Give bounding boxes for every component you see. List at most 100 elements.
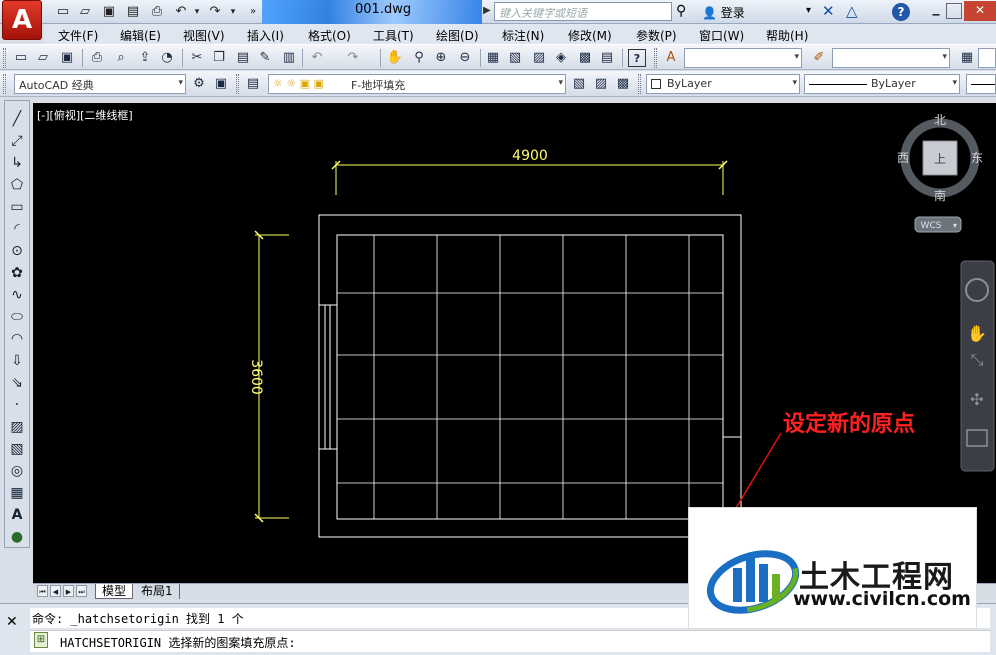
undo-dropdown-icon[interactable]: ▾	[192, 3, 202, 21]
add-selected-icon[interactable]: ●	[7, 527, 27, 547]
close-icon[interactable]: ✕	[6, 614, 18, 630]
cut-icon[interactable]: ✂	[188, 49, 206, 67]
multiline-text-icon[interactable]: A	[7, 505, 27, 525]
search-input[interactable]: 键入关键字或短语	[494, 2, 672, 21]
menu-parametric[interactable]: 参数(P)	[636, 27, 677, 44]
ellipse-icon[interactable]: ⬭	[7, 307, 27, 327]
workspace-combo[interactable]: AutoCAD 经典 ▾	[14, 74, 186, 94]
save-icon[interactable]: ▣	[100, 3, 118, 21]
table-style-combo[interactable]	[978, 48, 996, 68]
command-input[interactable]: HATCHSETORIGIN 选择新的图案填充原点:	[30, 630, 990, 652]
menu-edit[interactable]: 编辑(E)	[120, 27, 161, 44]
menu-format[interactable]: 格式(O)	[308, 27, 351, 44]
menu-help[interactable]: 帮助(H)	[766, 27, 808, 44]
gradient-icon[interactable]: ▧	[7, 439, 27, 459]
first-tab-icon[interactable]: ⏮	[37, 585, 48, 597]
tab-model[interactable]: 模型	[95, 584, 134, 599]
text-style-icon[interactable]: A	[662, 49, 680, 67]
region-icon[interactable]: ◎	[7, 461, 27, 481]
make-block-icon[interactable]: ⇘	[7, 373, 27, 393]
compass-west[interactable]: 西	[897, 151, 909, 165]
publish-icon[interactable]: ⇪	[136, 49, 154, 67]
menu-file[interactable]: 文件(F)	[58, 27, 98, 44]
maximize-button[interactable]	[946, 3, 962, 19]
redo-dropdown-icon[interactable]: ▾	[228, 3, 238, 21]
menu-tools[interactable]: 工具(T)	[373, 27, 414, 44]
compass-south[interactable]: 南	[934, 188, 946, 203]
previous-tab-icon[interactable]: ◀	[50, 585, 61, 597]
workspace-settings-icon[interactable]: ⚙	[190, 75, 208, 93]
layer-combo[interactable]: ☼ ☼ ▣ ▣ F-地坪填充 ▾	[268, 74, 566, 94]
orbit-icon[interactable]: ✣	[970, 390, 983, 409]
circle-icon[interactable]: ⊙	[7, 241, 27, 261]
login-button[interactable]: 👤 登录	[702, 4, 745, 21]
open-icon[interactable]: ▱	[34, 49, 52, 67]
save-icon[interactable]: ▣	[58, 49, 76, 67]
sheet-set-icon[interactable]: ◈	[552, 49, 570, 67]
menu-draw[interactable]: 绘图(D)	[436, 27, 479, 44]
inner-wall[interactable]	[336, 234, 724, 520]
navigation-bar[interactable]: ✋ ⤡ ✣	[960, 260, 995, 472]
login-dropdown-icon[interactable]: ▾	[806, 5, 811, 16]
text-style-combo[interactable]: ▾	[684, 48, 802, 68]
redo-icon[interactable]: ↷	[206, 3, 224, 21]
toolbar-grip[interactable]	[654, 48, 657, 68]
viewport-controls[interactable]: [-][俯视][二维线框]	[37, 108, 133, 122]
table-style-icon[interactable]: ▦	[958, 49, 976, 67]
menu-insert[interactable]: 插入(I)	[247, 27, 284, 44]
color-combo[interactable]: ByLayer ▾	[646, 74, 800, 94]
new-file-icon[interactable]: ▭	[54, 3, 72, 21]
compass-east[interactable]: 东	[971, 151, 983, 165]
design-center-icon[interactable]: ▧	[506, 49, 524, 67]
zoom-window-icon[interactable]: ⊕	[432, 49, 450, 67]
plot-icon[interactable]: ⎙	[88, 49, 106, 67]
outer-wall[interactable]	[318, 214, 742, 538]
make-current-layer-icon[interactable]: ▧	[570, 75, 588, 93]
dim-style-icon[interactable]: ✐	[810, 49, 828, 67]
copy-icon[interactable]: ❐	[210, 49, 228, 67]
dim-style-combo[interactable]: ▾	[832, 48, 950, 68]
compass-north[interactable]: 北	[934, 113, 946, 127]
lineweight-combo[interactable]	[966, 74, 996, 94]
dimension-vertical[interactable]: 3600	[248, 230, 289, 523]
toolbar-grip[interactable]	[3, 74, 6, 94]
menu-modify[interactable]: 修改(M)	[568, 27, 612, 44]
layer-previous-icon[interactable]: ▨	[592, 75, 610, 93]
linetype-combo[interactable]: ByLayer ▾	[804, 74, 960, 94]
help-icon[interactable]: ?	[628, 49, 646, 67]
toolbar-grip[interactable]	[638, 74, 641, 94]
tool-palettes-icon[interactable]: ▨	[530, 49, 548, 67]
undo-icon[interactable]: ↶	[308, 49, 326, 67]
pan-icon[interactable]: ✋	[967, 324, 987, 343]
layer-state-icon[interactable]: ▩	[614, 75, 632, 93]
door-left[interactable]	[318, 304, 338, 450]
dimension-horizontal[interactable]: 4900	[331, 148, 728, 195]
revision-cloud-icon[interactable]: ✿	[7, 263, 27, 283]
minimize-button[interactable]: _	[928, 1, 944, 19]
polygon-icon[interactable]: ⬠	[7, 175, 27, 195]
last-tab-icon[interactable]: ⏭	[76, 585, 87, 597]
exchange-icon[interactable]: ✕	[822, 2, 835, 20]
viewcube[interactable]: 上 北 南 东 西 WCS ▾	[897, 113, 983, 233]
floor-hatch[interactable]	[337, 235, 723, 519]
autocad-logo-icon[interactable]: A	[2, 0, 42, 40]
toolbar-grip[interactable]	[3, 48, 6, 68]
customize-icon[interactable]: ▣	[212, 75, 230, 93]
close-button[interactable]: ✕	[964, 1, 996, 21]
undo-icon[interactable]: ↶	[172, 3, 190, 21]
zoom-extents-icon[interactable]: ⤡	[971, 350, 984, 369]
print-icon[interactable]: ⎙	[148, 3, 166, 21]
hatch-icon[interactable]: ▨	[7, 417, 27, 437]
a360-icon[interactable]: △	[846, 2, 858, 20]
save-as-icon[interactable]: ▤	[124, 3, 142, 21]
more-tools-icon[interactable]: »	[244, 3, 262, 21]
markup-icon[interactable]: ▩	[576, 49, 594, 67]
help-icon[interactable]: ?	[892, 3, 910, 21]
3d-dwf-icon[interactable]: ◔	[158, 49, 176, 67]
table-icon[interactable]: ▦	[7, 483, 27, 503]
menu-view[interactable]: 视图(V)	[183, 27, 225, 44]
menu-window[interactable]: 窗口(W)	[699, 27, 744, 44]
binoculars-icon[interactable]: ⚲	[676, 3, 686, 19]
spline-icon[interactable]: ∿	[7, 285, 27, 305]
zoom-previous-icon[interactable]: ⊖	[456, 49, 474, 67]
